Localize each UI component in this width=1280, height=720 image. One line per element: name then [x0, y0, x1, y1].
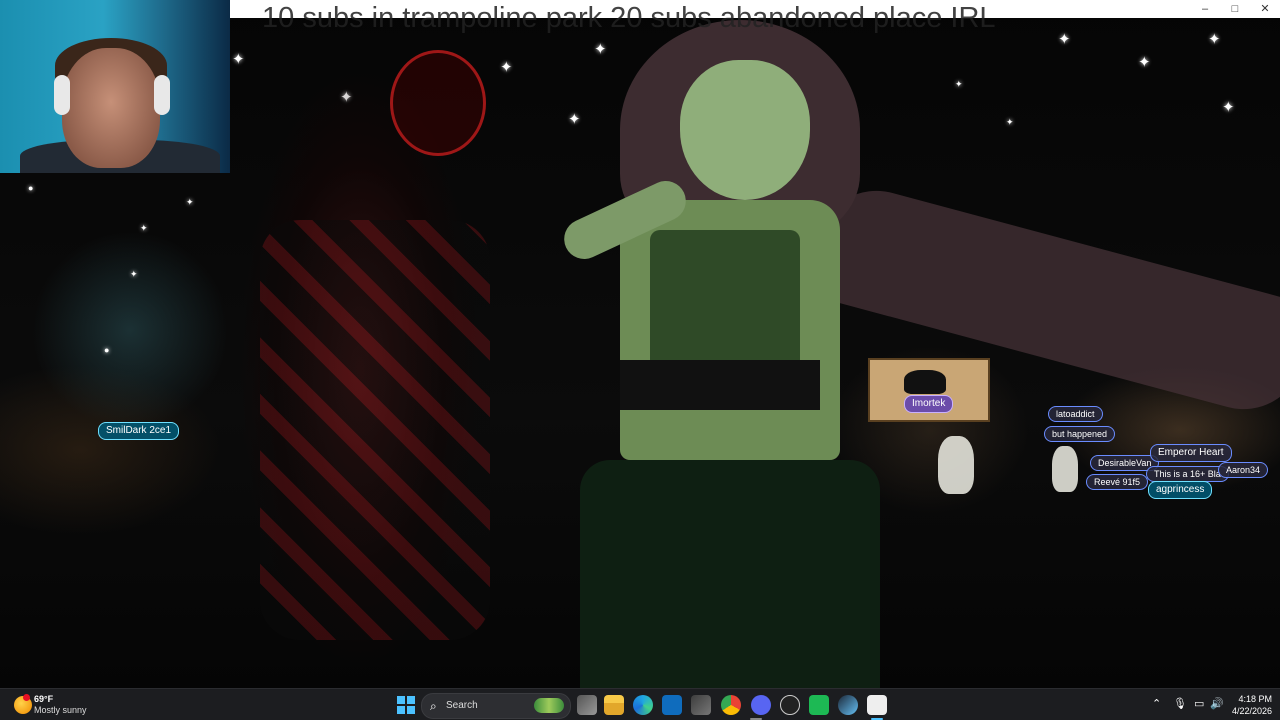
network-icon[interactable]: ▭ — [1194, 697, 1204, 710]
clock-time: 4:18 PM — [1238, 694, 1272, 704]
steam-icon[interactable] — [838, 695, 858, 715]
nameplate: Emperor Heart — [1150, 444, 1232, 462]
avatar-center — [540, 0, 1280, 688]
star-decoration: ✦ — [1138, 54, 1151, 71]
task-view-icon[interactable] — [577, 695, 597, 715]
maximize-button[interactable]: □ — [1220, 0, 1250, 18]
search-placeholder: Search — [446, 700, 478, 711]
nameplate: agprincess — [1148, 481, 1213, 499]
weather-temp: 69°F — [34, 694, 54, 704]
avatar-left — [180, 40, 540, 688]
file-explorer-icon[interactable] — [604, 695, 624, 715]
outlook-icon[interactable] — [662, 695, 682, 715]
avatar-face — [680, 60, 810, 200]
search-icon: ⌕ — [430, 699, 437, 713]
chevron-up-icon[interactable]: ⌃ — [1152, 697, 1161, 710]
headphones-icon — [54, 75, 70, 115]
nameplate: latoaddict — [1048, 406, 1103, 422]
webcam-person-face — [62, 48, 160, 168]
stream-title: 10 subs in trampoline park 20 subs aband… — [262, 2, 996, 34]
clock-date: 4/22/2026 — [1231, 706, 1272, 716]
star-decoration: ✦ — [1208, 31, 1221, 48]
store-icon[interactable] — [691, 695, 711, 715]
nameplate: but happened — [1044, 426, 1116, 442]
obs-icon[interactable] — [780, 695, 800, 715]
vrchat-icon[interactable] — [867, 695, 887, 715]
star-decoration: ✦ — [1058, 31, 1071, 48]
windows-start-icon[interactable] — [396, 695, 416, 715]
avatar-skirt — [580, 460, 880, 688]
ghost-avatar — [938, 436, 974, 494]
edge-icon[interactable] — [633, 695, 653, 715]
notification-badge — [23, 694, 30, 701]
taskbar: 69°F Mostly sunny ⌕ Search ⌃ 🎙 ▭ 🔊 4:18 … — [0, 688, 1280, 720]
ghost-avatar — [1052, 446, 1078, 492]
avatar-corset — [650, 230, 800, 380]
star-decoration: ✦ — [955, 79, 963, 89]
nameplate: This is a 16+ Bla — [1146, 466, 1229, 482]
microphone-icon[interactable]: 🎙 — [1173, 697, 1187, 710]
minimize-button[interactable]: – — [1190, 0, 1220, 18]
star-decoration: ● — [104, 345, 110, 355]
search-highlight-icon — [534, 698, 564, 713]
avatar-belt — [620, 360, 820, 410]
weather-condition: Mostly sunny — [34, 705, 87, 715]
star-decoration: ✦ — [1006, 117, 1014, 127]
star-decoration: ✦ — [130, 269, 138, 279]
chrome-icon[interactable] — [721, 695, 741, 715]
plaid-outfit — [260, 220, 490, 640]
discord-icon[interactable] — [751, 695, 771, 715]
webcam-overlay — [0, 0, 230, 173]
avatar-ponytail — [802, 177, 1280, 423]
nameplate-left: SmilDark 2ce1 — [98, 422, 180, 440]
close-button[interactable]: ✕ — [1250, 0, 1280, 18]
search-input[interactable]: ⌕ Search — [421, 693, 571, 719]
star-decoration: ✦ — [140, 223, 148, 233]
headphones-icon — [154, 75, 170, 115]
clock[interactable]: 4:18 PM 4/22/2026 — [1220, 693, 1272, 717]
star-decoration: ● — [28, 183, 34, 193]
star-decoration: ✦ — [1222, 99, 1235, 116]
nameplate-screen: Imortek — [904, 395, 954, 413]
nameplate: Reevé 91f5 — [1086, 474, 1149, 490]
nameplate: Aaron34 — [1218, 462, 1269, 478]
green-app-icon[interactable] — [809, 695, 829, 715]
red-mask — [390, 50, 486, 156]
